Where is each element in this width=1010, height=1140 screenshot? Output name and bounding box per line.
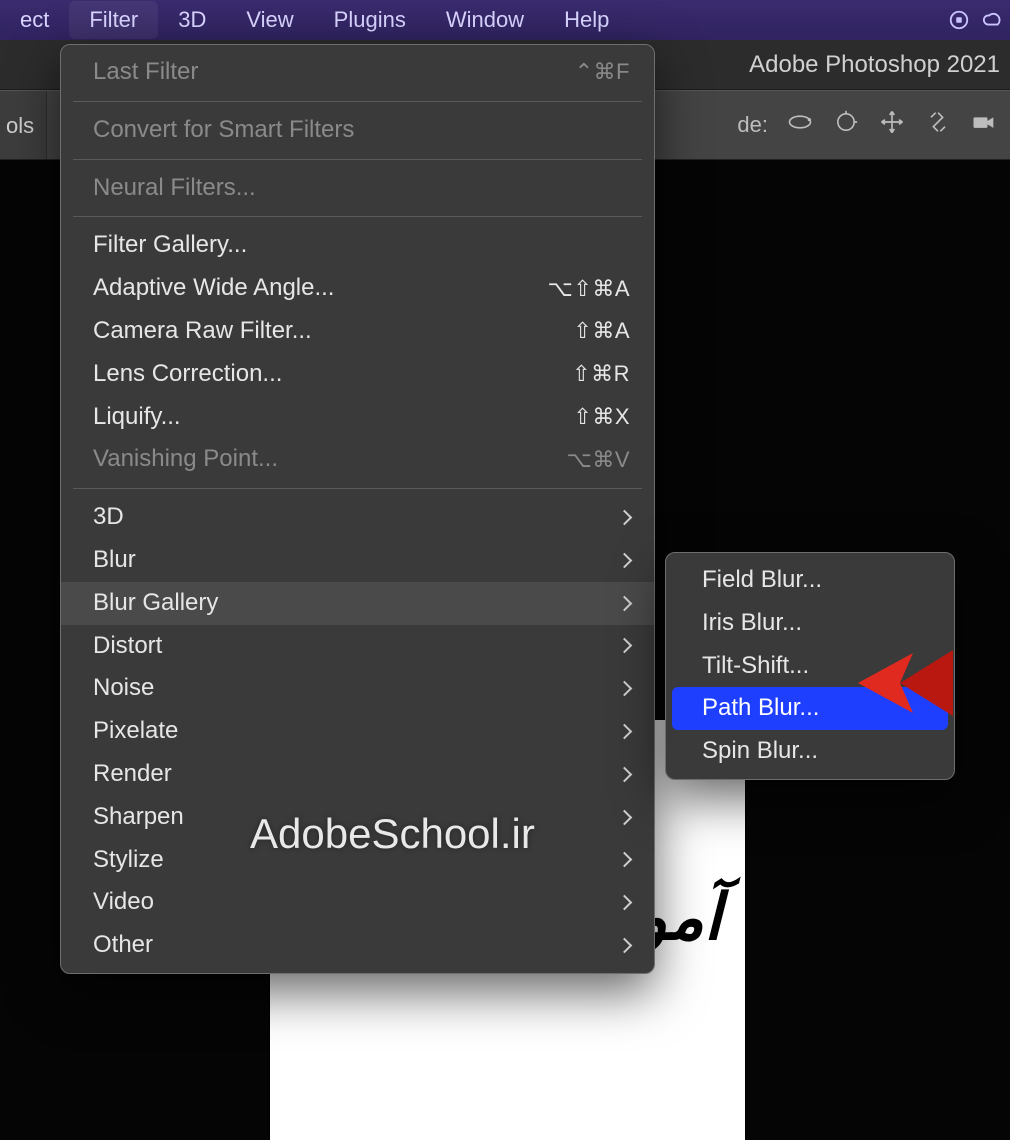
submenu-path-blur[interactable]: Path Blur... [672, 687, 948, 730]
menuitem-label: Distort [93, 629, 162, 664]
menuitem-label: Last Filter [93, 55, 198, 90]
menu-separator [73, 159, 642, 160]
menu-window[interactable]: Window [426, 1, 544, 39]
menuitem-label: Noise [93, 671, 154, 706]
creative-cloud-icon[interactable] [976, 9, 1010, 31]
menuitem-blur-gallery[interactable]: Blur Gallery [61, 582, 654, 625]
menuitem-label: Video [93, 885, 154, 920]
menuitem-video[interactable]: Video [61, 881, 654, 924]
menuitem-label: Path Blur... [702, 691, 819, 726]
menuitem-label: Sharpen [93, 800, 184, 835]
orbit-icon[interactable] [786, 108, 814, 142]
menuitem-liquify[interactable]: Liquify... ⇧⌘X [61, 396, 654, 439]
menuitem-sharpen[interactable]: Sharpen [61, 796, 654, 839]
menuitem-shortcut: ⇧⌘R [572, 358, 630, 390]
menu-plugins[interactable]: Plugins [314, 1, 426, 39]
menuitem-label: Liquify... [93, 400, 181, 435]
menuitem-vanishing-point[interactable]: Vanishing Point... ⌥⌘V [61, 438, 654, 481]
menuitem-label: Spin Blur... [702, 734, 818, 769]
menuitem-adaptive-wide-angle[interactable]: Adaptive Wide Angle... ⌥⇧⌘A [61, 267, 654, 310]
menuitem-shortcut: ⌥⇧⌘A [548, 273, 630, 305]
menuitem-label: 3D [93, 500, 124, 535]
menuitem-stylize[interactable]: Stylize [61, 839, 654, 882]
blur-gallery-submenu: Field Blur... Iris Blur... Tilt-Shift...… [665, 552, 955, 780]
menuitem-shortcut: ⌥⌘V [566, 444, 630, 476]
submenu-spin-blur[interactable]: Spin Blur... [666, 730, 954, 773]
zoom-camera-icon[interactable] [970, 108, 998, 142]
options-tab[interactable]: ols [0, 91, 47, 159]
menu-help[interactable]: Help [544, 1, 629, 39]
submenu-field-blur[interactable]: Field Blur... [666, 559, 954, 602]
options-tab-label: ols [6, 113, 34, 139]
submenu-tilt-shift[interactable]: Tilt-Shift... [666, 645, 954, 688]
pan-icon[interactable] [878, 108, 906, 142]
roll-icon[interactable] [832, 108, 860, 142]
menu-separator [73, 101, 642, 102]
menuitem-blur[interactable]: Blur [61, 539, 654, 582]
menuitem-last-filter[interactable]: Last Filter ⌃⌘F [61, 51, 654, 94]
menuitem-lens-correction[interactable]: Lens Correction... ⇧⌘R [61, 353, 654, 396]
menuitem-shortcut: ⇧⌘X [573, 401, 630, 433]
record-icon[interactable] [942, 9, 976, 31]
app-title: Adobe Photoshop 2021 [749, 51, 1000, 79]
menuitem-filter-gallery[interactable]: Filter Gallery... [61, 224, 654, 267]
menuitem-label: Pixelate [93, 714, 178, 749]
menuitem-label: Adaptive Wide Angle... [93, 271, 334, 306]
menuitem-label: Vanishing Point... [93, 442, 278, 477]
mode-label-fragment: de: [737, 112, 768, 138]
menuitem-label: Blur [93, 543, 136, 578]
menu-3d[interactable]: 3D [158, 1, 226, 39]
menuitem-distort[interactable]: Distort [61, 625, 654, 668]
menuitem-label: Neural Filters... [93, 171, 256, 206]
menuitem-label: Field Blur... [702, 563, 822, 598]
menuitem-label: Tilt-Shift... [702, 649, 809, 684]
menuitem-label: Render [93, 757, 172, 792]
menuitem-shortcut: ⌃⌘F [575, 56, 630, 88]
menu-select[interactable]: ect [0, 1, 69, 39]
menuitem-3d[interactable]: 3D [61, 496, 654, 539]
submenu-iris-blur[interactable]: Iris Blur... [666, 602, 954, 645]
menuitem-label: Blur Gallery [93, 586, 218, 621]
menu-filter[interactable]: Filter [69, 1, 158, 39]
menuitem-convert-smart-filters[interactable]: Convert for Smart Filters [61, 109, 654, 152]
menubar: ect Filter 3D View Plugins Window Help [0, 0, 1010, 40]
menu-view[interactable]: View [226, 1, 313, 39]
menuitem-label: Iris Blur... [702, 606, 802, 641]
menuitem-label: Other [93, 928, 153, 963]
menuitem-label: Convert for Smart Filters [93, 113, 354, 148]
menuitem-shortcut: ⇧⌘A [573, 315, 630, 347]
menuitem-other[interactable]: Other [61, 924, 654, 967]
menuitem-noise[interactable]: Noise [61, 667, 654, 710]
menuitem-render[interactable]: Render [61, 753, 654, 796]
menuitem-pixelate[interactable]: Pixelate [61, 710, 654, 753]
filter-menu: Last Filter ⌃⌘F Convert for Smart Filter… [60, 44, 655, 974]
menuitem-neural-filters[interactable]: Neural Filters... [61, 167, 654, 210]
slide-icon[interactable] [924, 108, 952, 142]
menuitem-label: Filter Gallery... [93, 228, 247, 263]
menu-separator [73, 488, 642, 489]
menuitem-camera-raw-filter[interactable]: Camera Raw Filter... ⇧⌘A [61, 310, 654, 353]
menu-separator [73, 216, 642, 217]
menuitem-label: Lens Correction... [93, 357, 282, 392]
menuitem-label: Stylize [93, 843, 164, 878]
menuitem-label: Camera Raw Filter... [93, 314, 312, 349]
